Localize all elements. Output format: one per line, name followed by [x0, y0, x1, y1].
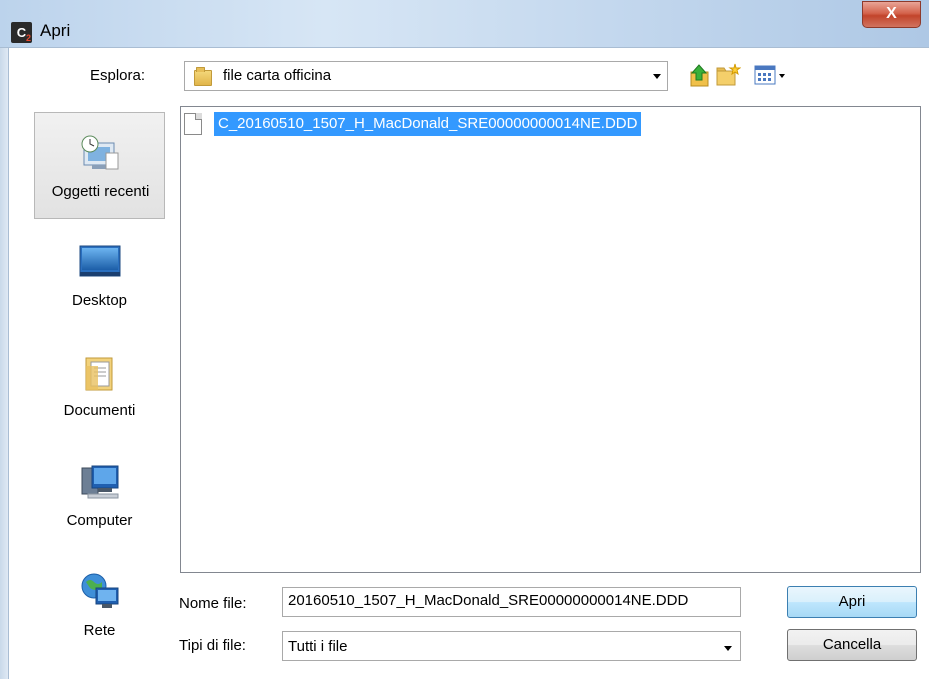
- place-label: Oggetti recenti: [51, 183, 150, 200]
- place-label: Computer: [66, 512, 133, 529]
- network-icon: [81, 573, 118, 608]
- filename-label: Nome file:: [179, 595, 247, 612]
- computer-icon: [81, 465, 118, 499]
- window-left-border: [0, 0, 9, 679]
- filename-input[interactable]: 20160510_1507_H_MacDonald_SRE00000000014…: [282, 587, 741, 617]
- view-menu-icon[interactable]: [754, 65, 788, 85]
- open-file-dialog: C2 Apri X Esplora: file carta officina O…: [0, 0, 929, 679]
- place-label: Documenti: [63, 402, 136, 419]
- place-documents[interactable]: Documenti: [34, 332, 165, 439]
- new-folder-icon[interactable]: [715, 62, 741, 88]
- cancel-button[interactable]: Cancella: [787, 629, 917, 661]
- place-label: Desktop: [71, 292, 128, 309]
- title-bar[interactable]: C2 Apri X: [0, 0, 929, 48]
- filetype-value: Tutti i file: [288, 638, 348, 655]
- desktop-icon: [79, 245, 120, 277]
- place-computer[interactable]: Computer: [34, 442, 165, 549]
- places-bar: Oggetti recenti Desktop Documenti Comput…: [34, 112, 174, 672]
- look-in-combo[interactable]: file carta officina: [184, 61, 668, 91]
- file-name: C_20160510_1507_H_MacDonald_SRE000000000…: [214, 112, 642, 136]
- place-label: Rete: [83, 622, 116, 639]
- filetype-select[interactable]: Tutti i file: [282, 631, 741, 661]
- look-in-value: file carta officina: [223, 67, 332, 84]
- place-network[interactable]: Rete: [34, 552, 165, 659]
- chevron-down-icon[interactable]: [653, 74, 661, 79]
- recent-items-icon: [81, 135, 118, 170]
- up-folder-icon[interactable]: [688, 62, 712, 88]
- close-button[interactable]: X: [862, 1, 921, 28]
- app-logo-icon: C2: [11, 22, 32, 43]
- dialog-body: Esplora: file carta officina Oggetti rec…: [10, 49, 929, 679]
- app-logo-letter: C: [16, 25, 27, 40]
- documents-icon: [85, 357, 112, 391]
- place-recent-items[interactable]: Oggetti recenti: [34, 112, 165, 219]
- open-button[interactable]: Apri: [787, 586, 917, 618]
- app-logo-subscript: 2: [25, 33, 31, 43]
- chevron-down-icon[interactable]: [724, 646, 732, 651]
- close-icon: X: [886, 5, 897, 22]
- folder-icon: [194, 67, 212, 86]
- look-in-label: Esplora:: [90, 67, 146, 84]
- place-desktop[interactable]: Desktop: [34, 222, 165, 329]
- file-list[interactable]: C_20160510_1507_H_MacDonald_SRE000000000…: [180, 106, 921, 573]
- window-title: Apri: [40, 21, 71, 40]
- filetype-label: Tipi di file:: [179, 637, 246, 654]
- file-icon: [184, 113, 202, 135]
